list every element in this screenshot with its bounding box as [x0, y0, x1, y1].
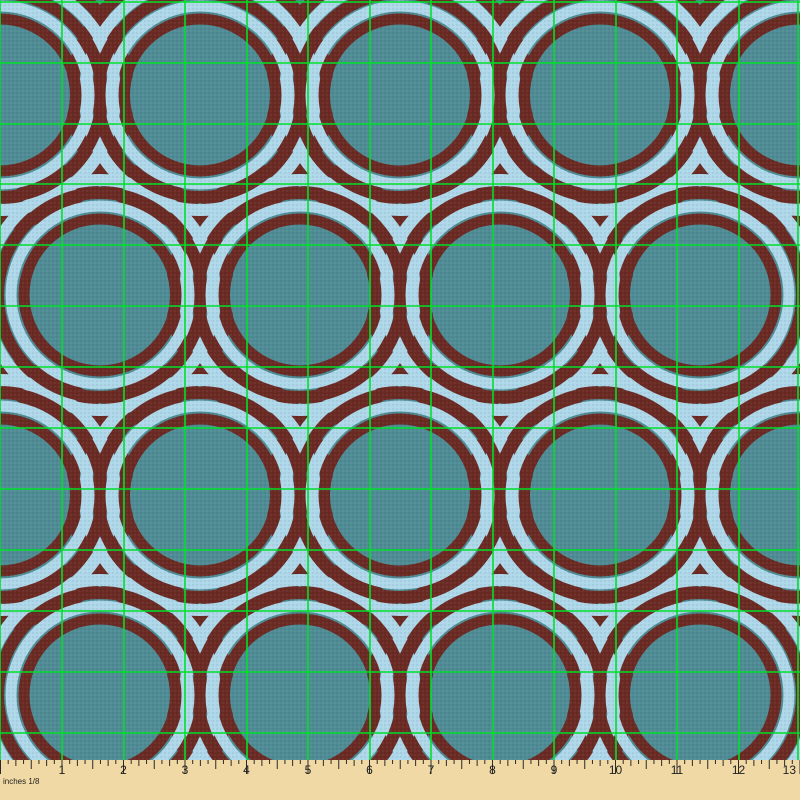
ruler-tick-label: 10 — [609, 763, 623, 777]
ruler-tick-label: 7 — [428, 763, 435, 777]
ruler-tick-label: 5 — [305, 763, 312, 777]
ruler-tick-label: 4 — [243, 763, 250, 777]
ruler-tick-label: 6 — [366, 763, 373, 777]
ruler-tick-label: 12 — [732, 763, 746, 777]
ruler-unit-label: inches 1/8 — [3, 777, 40, 786]
ruler-tick-label: 2 — [120, 763, 127, 777]
ruler-tick-label: 9 — [551, 763, 558, 777]
fabric-swatch: inches 1/8 1 2 3 4 5 6 7 8 9 10 11 12 13 — [0, 0, 800, 800]
ruler-tick-label: 13 — [783, 763, 797, 777]
ruler: inches 1/8 1 2 3 4 5 6 7 8 9 10 11 12 13 — [0, 760, 800, 800]
ruler-tick-label: 1 — [59, 763, 66, 777]
weave-texture — [0, 0, 800, 776]
ruler-tick-label: 8 — [489, 763, 496, 777]
ruler-tick-label: 3 — [182, 763, 189, 777]
ruler-tick-label: 11 — [671, 763, 684, 777]
fabric-pattern-canvas: inches 1/8 1 2 3 4 5 6 7 8 9 10 11 12 13 — [0, 0, 800, 800]
